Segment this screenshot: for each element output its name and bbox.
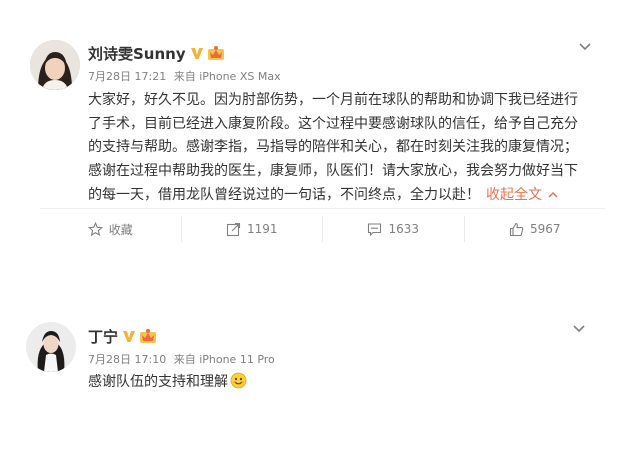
repost-count: 1191	[246, 222, 278, 236]
chevron-down-icon[interactable]	[572, 324, 586, 334]
star-icon	[87, 221, 103, 236]
repost-icon	[226, 222, 241, 236]
favorite-label: 收藏	[108, 222, 133, 237]
avatar[interactable]	[30, 40, 80, 90]
avatar[interactable]	[26, 322, 76, 372]
post-time[interactable]: 7月28日 17:10	[88, 353, 166, 366]
post-body-line: 的支持与帮助。感谢李指，马指导的陪伴和关心，都在时刻关注我的康复情况；	[88, 139, 578, 155]
smile-emoji-icon	[230, 372, 247, 398]
post-body-line: 感谢在过程中帮助我的医生，康复师，队医们！请大家放心，我会努力做好当下	[88, 162, 578, 179]
username[interactable]: 丁宁	[88, 326, 118, 347]
post-source: 来自 iPhone 11 Pro	[173, 353, 275, 366]
chevron-up-icon[interactable]	[548, 183, 558, 207]
post-body: 感谢队伍的支持和理解	[88, 371, 247, 395]
post-body-line: 感谢队伍的支持和理解	[88, 371, 247, 395]
post-body-line: 大家好，好久不见。因为肘部伤势，一个月前在球队的帮助和协调下我已经进行	[88, 92, 578, 108]
comment-count: 1633	[388, 222, 420, 236]
comment-button[interactable]: 1633	[322, 216, 464, 242]
post-body-line: 了手术，目前已经进入康复阶段。这个过程中要感谢球队的信任，给予自己充分	[88, 115, 578, 132]
post-body-line: 的每一天，借用龙队曾经说过的一句话，不问终点，全力以赴！	[88, 186, 480, 203]
post-source: 来自 iPhone XS Max	[173, 70, 281, 83]
post-meta: 7月28日 17:21 来自 iPhone XS Max	[88, 69, 285, 85]
comment-icon	[368, 222, 382, 236]
chevron-down-icon[interactable]	[578, 42, 592, 52]
post-body-line-last: 的每一天，借用龙队曾经说过的一句话，不问终点，全力以赴！ 收起全文	[88, 183, 578, 207]
weibo-post-1: 刘诗雯Sunny 7月28日 17:21 来自 iPhone XS Max 大家…	[0, 0, 640, 260]
verified-v-icon	[190, 46, 204, 60]
post-body: 大家好，好久不见。因为肘部伤势，一个月前在球队的帮助和协调下我已经进行 了手术，…	[88, 89, 578, 207]
like-count: 5967	[529, 222, 561, 236]
weibo-post-2: 丁宁 7月28日 17:10 来自 iPhone 11 Pro 感谢队伍的支持和…	[0, 300, 640, 460]
username[interactable]: 刘诗雯Sunny	[88, 43, 186, 64]
post-meta: 7月28日 17:10 来自 iPhone 11 Pro	[88, 352, 279, 368]
collapse-fulltext-link[interactable]: 收起全文	[486, 187, 542, 203]
favorite-button[interactable]: 收藏	[40, 216, 181, 242]
repost-button[interactable]: 1191	[180, 216, 323, 242]
thumbs-up-icon	[509, 222, 524, 236]
verified-v-icon	[122, 329, 136, 343]
member-crown-icon[interactable]	[207, 45, 225, 61]
author-row: 刘诗雯Sunny	[88, 43, 225, 63]
like-button[interactable]: 5967	[463, 216, 606, 242]
post-text: 感谢队伍的支持和理解	[88, 374, 228, 390]
post-time[interactable]: 7月28日 17:21	[88, 70, 166, 83]
member-crown-icon[interactable]	[139, 328, 157, 344]
divider	[40, 208, 605, 209]
author-row: 丁宁	[88, 326, 157, 346]
post-actions: 收藏 1191 1633 5967	[40, 216, 605, 242]
